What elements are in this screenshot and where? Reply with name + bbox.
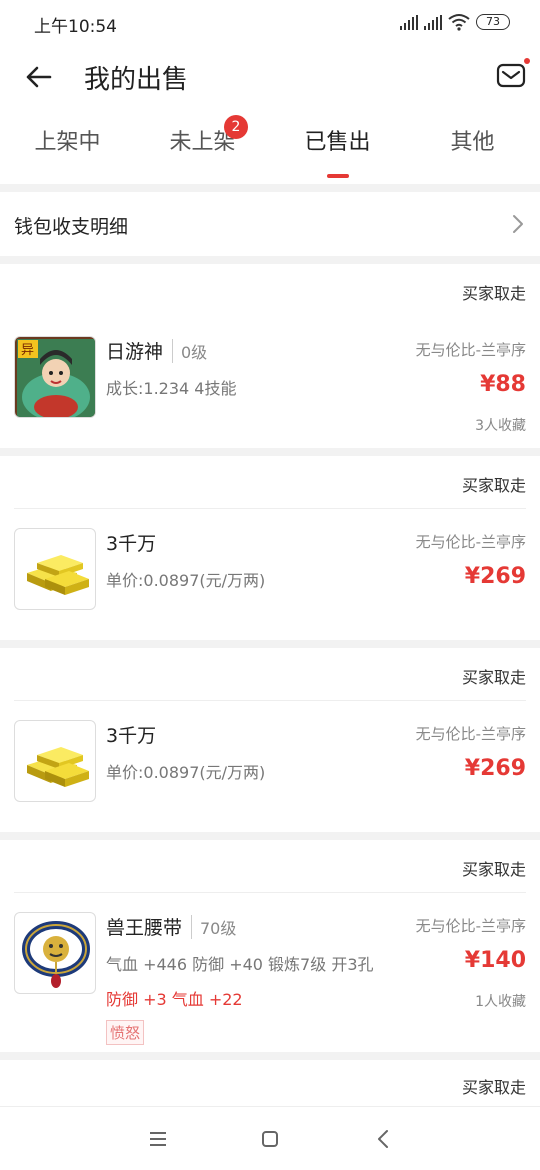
item-detail: 单价:0.0897(元/万两) bbox=[106, 763, 266, 782]
tab-bar: 上架中 未上架 已售出 其他 bbox=[0, 108, 540, 184]
item-price: ¥269 bbox=[464, 756, 526, 781]
wifi-icon bbox=[448, 14, 470, 31]
server-name: 无与伦比-兰亭序 bbox=[415, 533, 526, 551]
battery-indicator: 73 bbox=[476, 14, 510, 30]
system-nav-bar bbox=[0, 1106, 540, 1170]
section-gap bbox=[0, 832, 540, 840]
back-icon[interactable] bbox=[372, 1127, 396, 1151]
item-name: 3千万 bbox=[106, 725, 157, 747]
section-gap bbox=[0, 640, 540, 648]
character-portrait-icon: 异 bbox=[15, 337, 95, 417]
order-status: 买家取走 bbox=[461, 668, 526, 687]
chevron-right-icon bbox=[513, 215, 523, 233]
item-tag: 愤怒 bbox=[106, 1020, 145, 1045]
message-unread-dot bbox=[524, 58, 530, 64]
order-status: 买家取走 bbox=[461, 1078, 526, 1097]
item-detail: 成长:1.234 4技能 bbox=[106, 379, 237, 398]
card-divider bbox=[14, 892, 526, 893]
tab-unlisted[interactable]: 未上架 bbox=[135, 108, 270, 184]
unlisted-count-badge: 2 bbox=[224, 115, 248, 139]
back-arrow-icon[interactable] bbox=[22, 60, 56, 94]
item-detail: 单价:0.0897(元/万两) bbox=[106, 571, 266, 590]
item-name: 日游神 bbox=[106, 341, 164, 363]
item-price: ¥269 bbox=[464, 564, 526, 589]
order-card[interactable]: 买家取走 3千万 单价:0.0897(元/万两) 无与伦比-兰亭序 ¥269 bbox=[0, 456, 540, 640]
favorites-count: 1人收藏 bbox=[475, 994, 526, 1010]
order-status: 买家取走 bbox=[461, 860, 526, 879]
item-thumbnail: 异 bbox=[14, 336, 96, 418]
tab-sold[interactable]: 已售出 bbox=[270, 108, 405, 184]
home-icon[interactable] bbox=[258, 1127, 282, 1151]
signal-icon-2 bbox=[424, 14, 442, 30]
order-card[interactable]: 买家取走 3千万 单价:0.0897(元/万两) 无与伦比-兰亭序 ¥269 bbox=[0, 648, 540, 832]
order-card[interactable]: 买家取走 兽王腰带 70级 气血 +446 防御 +40 锻炼7级 开3孔 防御… bbox=[0, 840, 540, 1052]
belt-icon bbox=[22, 921, 90, 988]
tab-label: 其他 bbox=[450, 130, 495, 155]
message-icon[interactable] bbox=[496, 60, 526, 90]
tab-listing[interactable]: 上架中 bbox=[0, 108, 135, 184]
menu-icon[interactable] bbox=[146, 1127, 170, 1151]
server-name: 无与伦比-兰亭序 bbox=[415, 341, 526, 359]
header: 我的出售 bbox=[0, 46, 540, 108]
tab-other[interactable]: 其他 bbox=[405, 108, 540, 184]
wallet-statement-label: 钱包收支明细 bbox=[14, 216, 129, 238]
order-status: 买家取走 bbox=[461, 476, 526, 495]
item-price: ¥88 bbox=[480, 372, 526, 397]
tab-label: 已售出 bbox=[304, 130, 371, 155]
status-bar: 上午10:54 73 bbox=[0, 0, 540, 46]
server-name: 无与伦比-兰亭序 bbox=[415, 917, 526, 935]
section-gap bbox=[0, 256, 540, 264]
server-name: 无与伦比-兰亭序 bbox=[415, 725, 526, 743]
signal-icon bbox=[400, 14, 418, 30]
item-price: ¥140 bbox=[464, 948, 526, 973]
section-gap bbox=[0, 1052, 540, 1060]
card-divider bbox=[14, 700, 526, 701]
gold-bars-icon bbox=[27, 555, 89, 595]
item-bonus-stats: 防御 +3 气血 +22 bbox=[106, 990, 243, 1009]
page: 上午10:54 73 我的出售 上架中 未上架 已售出 其他 2 钱包收支明细 … bbox=[0, 0, 540, 1170]
status-time: 上午10:54 bbox=[34, 17, 117, 37]
tab-label: 上架中 bbox=[34, 130, 101, 155]
page-title: 我的出售 bbox=[84, 65, 189, 95]
item-thumbnail bbox=[14, 720, 96, 802]
order-card[interactable]: 买家取走 异 日游神 0级 成长:1.234 4技能 无与伦比-兰亭序 ¥88 … bbox=[0, 264, 540, 448]
section-gap bbox=[0, 448, 540, 456]
item-name: 3千万 bbox=[106, 533, 157, 555]
item-thumbnail bbox=[14, 528, 96, 610]
item-thumbnail bbox=[14, 912, 96, 994]
item-name: 兽王腰带 bbox=[106, 917, 183, 939]
item-level: 70级 bbox=[191, 915, 236, 939]
status-icons: 73 bbox=[400, 13, 510, 31]
wallet-statement-row[interactable]: 钱包收支明细 bbox=[0, 192, 540, 256]
active-tab-indicator bbox=[326, 174, 349, 178]
gold-bars-icon bbox=[27, 747, 89, 787]
order-card[interactable]: 买家取走 bbox=[0, 1060, 540, 1106]
svg-text:异: 异 bbox=[21, 343, 34, 358]
item-detail: 气血 +446 防御 +40 锻炼7级 开3孔 bbox=[106, 955, 374, 974]
section-gap bbox=[0, 184, 540, 192]
card-divider bbox=[14, 508, 526, 509]
favorites-count: 3人收藏 bbox=[475, 418, 526, 434]
order-status: 买家取走 bbox=[461, 284, 526, 303]
item-level: 0级 bbox=[172, 339, 207, 363]
